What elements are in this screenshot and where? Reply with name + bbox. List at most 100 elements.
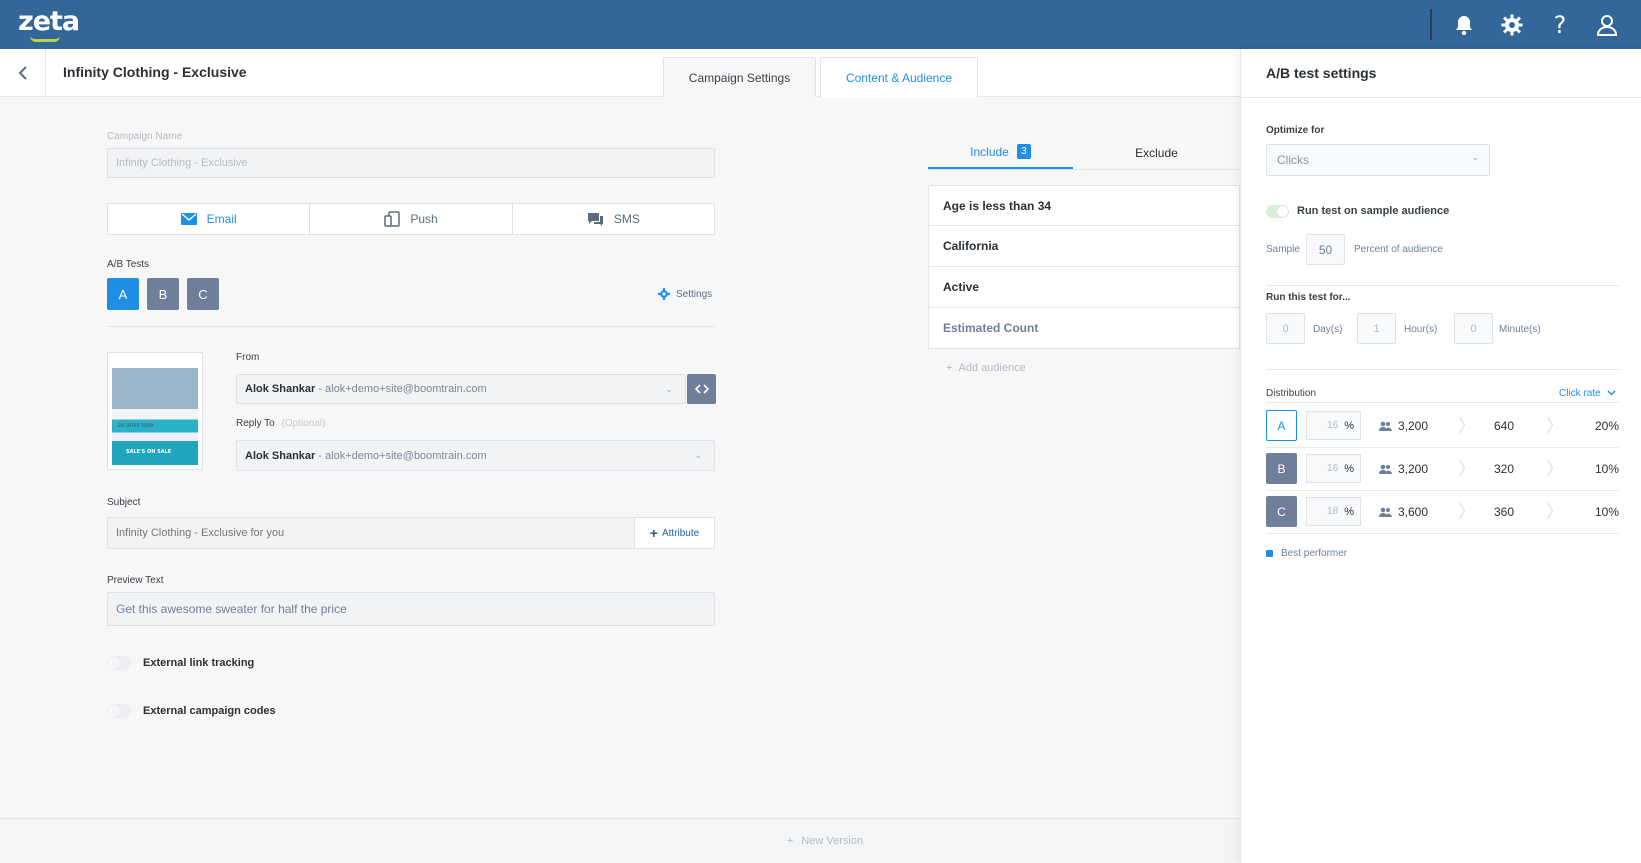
code-toggle-button[interactable] [687, 374, 716, 404]
reply-name: Alok Shankar [245, 449, 316, 462]
variant-audience: 3,600 [1379, 505, 1428, 519]
variant-audience: 3,200 [1379, 419, 1428, 433]
back-button[interactable] [0, 49, 46, 96]
zeta-logo[interactable]: zeta [18, 6, 80, 37]
days-label: Day(s) [1313, 324, 1343, 335]
variant-audience-value: 3,600 [1398, 505, 1429, 519]
campaign-name-input[interactable]: Infinity Clothing - Exclusive [107, 148, 715, 178]
topbar-divider [1430, 9, 1432, 40]
tab-exclude[interactable]: Exclude [1073, 136, 1240, 169]
days-input[interactable]: 0 [1266, 313, 1305, 344]
add-audience-button[interactable]: + Add audience [946, 362, 1026, 374]
variant-percent-input[interactable]: 16% [1306, 411, 1361, 440]
channel-push[interactable]: Push [310, 204, 513, 234]
minutes-input[interactable]: 0 [1454, 313, 1493, 344]
attribute-label: Attribute [661, 527, 700, 539]
from-name: Alok Shankar [245, 383, 316, 395]
ab-variant-b-button[interactable]: B [147, 278, 179, 310]
channel-email[interactable]: Email [108, 204, 311, 234]
section-divider [107, 326, 715, 327]
external-link-tracking-toggle[interactable] [107, 656, 131, 670]
channel-sms[interactable]: SMS [513, 204, 714, 234]
distribution-row: C 18% 3,600 〉 360 〉 10% [1266, 490, 1619, 534]
bell-icon[interactable] [1451, 12, 1477, 38]
thumb-offer-text: BIG OFFER TODAY [118, 423, 155, 428]
subject-label: Subject [107, 497, 141, 508]
preview-text-label: Preview Text [107, 575, 164, 586]
channel-sms-label: SMS [613, 212, 640, 226]
metric-select[interactable]: Click rate [1559, 388, 1616, 399]
gear-icon[interactable] [1499, 12, 1525, 38]
optimize-select[interactable]: Clicks ⌄ [1266, 144, 1490, 176]
legend-swatch [1266, 550, 1273, 557]
external-campaign-codes-label: External campaign codes [143, 705, 276, 717]
row-separator: 〉 [1546, 416, 1564, 436]
tab-campaign-settings[interactable]: Campaign Settings [663, 57, 816, 97]
audience-criterion[interactable]: Age is less than 34 [928, 185, 1240, 226]
chevron-down-icon [1607, 390, 1616, 396]
from-label: From [236, 352, 260, 363]
from-select[interactable]: Alok Shankar - alok+demo+site@boomtrain.c… [236, 374, 686, 404]
metric-label: Click rate [1559, 388, 1601, 399]
settings-label: Settings [676, 288, 713, 300]
reply-to-label: Reply To (Optional) [236, 418, 325, 429]
row-separator: 〉 [1546, 459, 1564, 479]
preview-text-input[interactable]: Get this awesome sweater for half the pr… [107, 592, 715, 626]
subject-input[interactable] [107, 517, 635, 549]
users-icon [1379, 421, 1392, 431]
external-campaign-codes-toggle[interactable] [107, 704, 131, 718]
tab-include[interactable]: Include 3 [928, 136, 1073, 169]
email-preview-image: BIG OFFER TODAY SALE'S ON SALE [112, 357, 198, 465]
logo-swoosh [30, 36, 60, 42]
variant-percent-input[interactable]: 16% [1306, 454, 1361, 483]
audience-criterion[interactable]: Active [928, 267, 1240, 308]
percent-of-audience-label: Percent of audience [1354, 244, 1443, 255]
minutes-label: Minute(s) [1499, 324, 1541, 335]
distribution-label: Distribution [1266, 388, 1317, 399]
chevron-down-icon: ⌄ [665, 384, 673, 394]
variant-badge: A [1266, 410, 1297, 441]
variant-clicks: 320 [1493, 462, 1515, 476]
ab-settings-panel: A/B test settings Optimize for Clicks ⌄ … [1240, 49, 1641, 863]
help-icon[interactable]: ? [1547, 11, 1573, 39]
estimated-count: Estimated Count [928, 308, 1240, 349]
external-link-tracking-label: External link tracking [143, 657, 255, 669]
run-for-label: Run this test for... [1266, 292, 1351, 303]
row-separator: 〉 [1546, 502, 1564, 522]
channel-email-label: Email [206, 212, 237, 226]
ab-variant-a-button[interactable]: A [107, 278, 139, 310]
thumb-sale-text: SALE'S ON SALE [126, 449, 172, 455]
panel-header-divider [1241, 97, 1641, 98]
reply-to-text: Reply To [236, 418, 275, 429]
ab-settings-link[interactable]: Settings [658, 288, 712, 300]
panel-title: A/B test settings [1266, 65, 1377, 81]
row-separator: 〉 [1458, 459, 1476, 479]
chat-icon [587, 212, 603, 226]
user-icon[interactable] [1594, 12, 1620, 38]
add-attribute-button[interactable]: + Attribute [634, 517, 715, 549]
channel-push-label: Push [410, 212, 438, 226]
sample-label: Sample [1266, 244, 1300, 255]
add-audience-label: Add audience [958, 362, 1026, 374]
optimize-label: Optimize for [1266, 125, 1325, 136]
percent-sign: % [1344, 462, 1354, 475]
variant-percent-input[interactable]: 18% [1306, 497, 1361, 526]
plus-icon: + [946, 362, 953, 374]
variant-percent-value: 16 [1327, 463, 1339, 474]
run-sample-toggle[interactable] [1266, 205, 1289, 218]
chevron-down-icon: ⌄ [1471, 152, 1479, 162]
best-performer-legend: Best performer [1266, 548, 1347, 559]
tab-content-audience[interactable]: Content & Audience [820, 57, 978, 98]
reply-to-optional: (Optional) [281, 418, 326, 429]
audience-criterion[interactable]: California [928, 226, 1240, 267]
external-campaign-codes-row: External campaign codes [107, 704, 276, 718]
gear-icon [658, 288, 670, 300]
hours-input[interactable]: 1 [1357, 313, 1396, 344]
sample-input[interactable]: 50 [1306, 234, 1345, 265]
from-email: - alok+demo+site@boomtrain.com [318, 383, 487, 395]
code-icon [694, 384, 709, 394]
variant-clicks: 640 [1493, 419, 1515, 433]
ab-variant-c-button[interactable]: C [187, 278, 219, 310]
reply-to-select[interactable]: Alok Shankar - alok+demo+site@boomtrain.c… [236, 440, 715, 471]
email-preview-thumbnail[interactable]: BIG OFFER TODAY SALE'S ON SALE [107, 352, 203, 470]
